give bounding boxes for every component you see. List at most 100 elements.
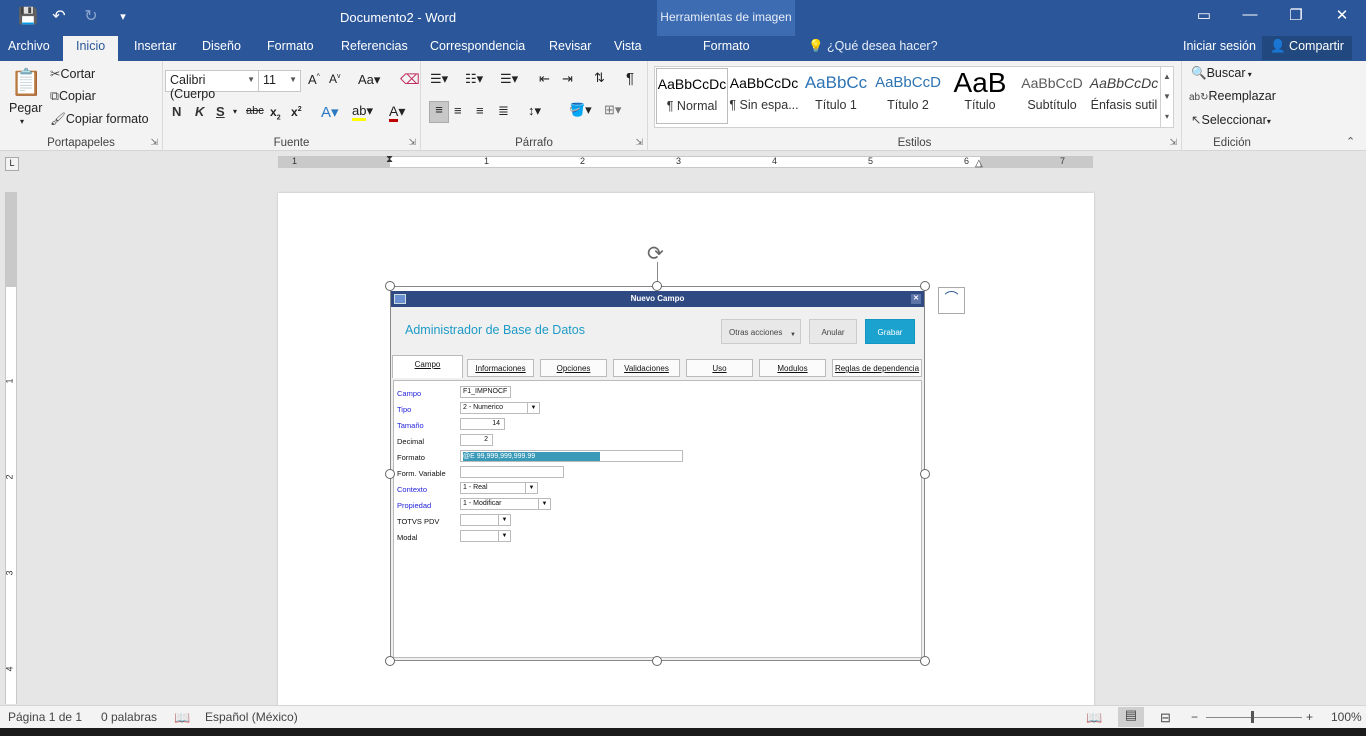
resize-handle[interactable] <box>652 656 662 666</box>
find-button[interactable]: 🔍 Buscar ▾ <box>1191 66 1252 81</box>
collapse-ribbon-icon[interactable]: ⌃ <box>1346 135 1355 148</box>
tab-correspondencia[interactable]: Correspondencia <box>426 39 529 53</box>
font-size-combo[interactable]: 11 ▼ <box>258 70 301 92</box>
strikethrough-icon[interactable]: abc <box>246 105 264 117</box>
resize-handle[interactable] <box>920 469 930 479</box>
style-titulo-1[interactable]: AaBbCc Título 1 <box>800 68 872 124</box>
redo-icon[interactable]: ↻ <box>82 6 100 26</box>
customize-qat-icon[interactable]: ▾ <box>114 10 132 23</box>
vertical-ruler[interactable]: 1 2 3 4 <box>5 192 17 704</box>
style-enfasis-sutil[interactable]: AaBbCcDc Énfasis sutil <box>1088 68 1160 124</box>
replace-button[interactable]: ab↻ Reemplazar <box>1189 89 1276 103</box>
share-button[interactable]: 👤 Compartir <box>1262 36 1352 60</box>
zoom-slider-thumb[interactable] <box>1251 711 1254 723</box>
horizontal-ruler[interactable]: 1 1 2 3 4 5 6 7 ⧗ △ <box>278 154 1093 169</box>
paste-dropdown-icon[interactable]: ▾ <box>20 117 24 126</box>
undo-icon[interactable]: ↶ <box>50 6 68 26</box>
paste-icon[interactable]: 📋 <box>10 67 42 98</box>
zoom-in-icon[interactable]: + <box>1306 710 1313 724</box>
align-left-icon[interactable]: ≡ <box>429 101 449 123</box>
change-case-icon[interactable]: Aa▾ <box>358 72 380 88</box>
align-right-icon[interactable]: ≡ <box>476 103 484 118</box>
bold-icon[interactable]: N <box>172 104 181 119</box>
page-count[interactable]: Página 1 de 1 <box>8 710 82 724</box>
resize-handle[interactable] <box>385 281 395 291</box>
subscript-icon[interactable]: x2 <box>270 105 281 121</box>
underline-dropdown-icon[interactable]: ▾ <box>233 107 237 116</box>
zoom-out-icon[interactable]: − <box>1191 710 1198 724</box>
zoom-slider-track[interactable] <box>1206 717 1302 718</box>
sort-icon[interactable]: ⇅ <box>594 70 605 86</box>
clear-formatting-icon[interactable]: ⌫ <box>400 71 420 88</box>
ribbon-display-options-icon[interactable]: ▭ <box>1181 6 1227 24</box>
align-center-icon[interactable]: ≡ <box>454 103 462 118</box>
tab-archivo[interactable]: Archivo <box>4 39 54 53</box>
style-subtitulo[interactable]: AaBbCcD Subtítulo <box>1016 68 1088 124</box>
tab-selector[interactable]: L <box>5 157 19 171</box>
rotate-handle-icon[interactable]: ⟳ <box>647 241 664 266</box>
borders-icon[interactable]: ⊞▾ <box>604 102 621 118</box>
style-titulo-2[interactable]: AaBbCcD Título 2 <box>872 68 944 124</box>
zoom-level[interactable]: 100% <box>1331 710 1362 724</box>
layout-options-icon[interactable]: ⌒ <box>938 287 965 314</box>
save-icon[interactable]: 💾 <box>18 6 38 26</box>
restore-icon[interactable]: ❐ <box>1273 6 1319 24</box>
read-mode-icon[interactable]: 📖 <box>1086 710 1102 726</box>
dialog-launcher-icon[interactable]: ⇲ <box>1169 137 1177 148</box>
resize-handle[interactable] <box>920 281 930 291</box>
web-layout-icon[interactable]: ⊟ <box>1160 710 1171 726</box>
tab-inicio[interactable]: Inicio <box>63 36 119 61</box>
show-marks-icon[interactable]: ¶ <box>626 70 634 87</box>
dialog-launcher-icon[interactable]: ⇲ <box>408 137 416 148</box>
tab-formato-imagen[interactable]: Formato <box>699 39 754 53</box>
style-sin-espaciado[interactable]: AaBbCcDc ¶ Sin espa... <box>728 68 800 124</box>
highlight-icon[interactable]: ab▾ <box>352 103 373 121</box>
resize-handle[interactable] <box>652 281 662 291</box>
right-indent-marker-icon[interactable]: △ <box>975 158 983 169</box>
tab-referencias[interactable]: Referencias <box>337 39 412 53</box>
selected-picture[interactable]: Nuevo Campo ✕ Administrador de Base de D… <box>390 286 925 661</box>
select-button[interactable]: ↖ Seleccionar▾ <box>1191 112 1271 127</box>
sign-in-link[interactable]: Iniciar sesión <box>1183 39 1256 53</box>
numbering-icon[interactable]: ☷▾ <box>465 71 483 87</box>
dialog-launcher-icon[interactable]: ⇲ <box>635 137 643 148</box>
resize-handle[interactable] <box>385 656 395 666</box>
shading-icon[interactable]: 🪣▾ <box>569 102 592 118</box>
increase-indent-icon[interactable]: ⇥ <box>562 71 573 87</box>
dialog-launcher-icon[interactable]: ⇲ <box>150 137 158 148</box>
paste-button[interactable]: Pegar <box>9 101 42 115</box>
underline-icon[interactable]: S <box>216 104 225 119</box>
tab-revisar[interactable]: Revisar <box>545 39 595 53</box>
word-count[interactable]: 0 palabras <box>101 710 157 724</box>
bullets-icon[interactable]: ☰▾ <box>430 71 448 87</box>
decrease-indent-icon[interactable]: ⇤ <box>539 71 550 87</box>
tab-vista[interactable]: Vista <box>610 39 646 53</box>
resize-handle[interactable] <box>920 656 930 666</box>
grow-font-icon[interactable]: A^ <box>308 72 320 87</box>
tab-diseno[interactable]: Diseño <box>198 39 245 53</box>
gallery-scroll[interactable]: ▲ ▼ ▾ <box>1160 67 1173 127</box>
superscript-icon[interactable]: x2 <box>291 105 302 119</box>
tab-insertar[interactable]: Insertar <box>130 39 180 53</box>
multilevel-list-icon[interactable]: ☰▾ <box>500 71 518 87</box>
shrink-font-icon[interactable]: Av <box>329 72 341 86</box>
font-name-combo[interactable]: Calibri (Cuerpo ▼ <box>165 70 259 101</box>
minimize-icon[interactable]: — <box>1227 6 1273 24</box>
style-normal[interactable]: AaBbCcDc ¶ Normal <box>656 68 728 124</box>
proofing-icon[interactable]: 📖 <box>174 710 190 726</box>
close-icon[interactable]: ✕ <box>1319 6 1365 24</box>
resize-handle[interactable] <box>385 469 395 479</box>
language-indicator[interactable]: Español (México) <box>205 710 298 724</box>
tell-me-box[interactable]: 💡 ¿Qué desea hacer? <box>808 39 938 54</box>
cut-button[interactable]: ✂ Cortar <box>50 66 95 81</box>
justify-icon[interactable]: ≣ <box>498 103 509 119</box>
font-color-icon[interactable]: A▾ <box>389 103 405 122</box>
tab-formato[interactable]: Formato <box>263 39 318 53</box>
indent-marker-icon[interactable]: ⧗ <box>386 154 393 165</box>
print-layout-icon[interactable]: ▤ <box>1118 707 1144 727</box>
style-titulo[interactable]: AaB Título <box>944 68 1016 124</box>
format-painter-button[interactable]: 🖌 Copiar formato <box>50 112 149 127</box>
copy-button[interactable]: ⧉ Copiar <box>50 89 96 104</box>
line-spacing-icon[interactable]: ↕▾ <box>528 103 541 119</box>
italic-icon[interactable]: K <box>195 104 204 119</box>
